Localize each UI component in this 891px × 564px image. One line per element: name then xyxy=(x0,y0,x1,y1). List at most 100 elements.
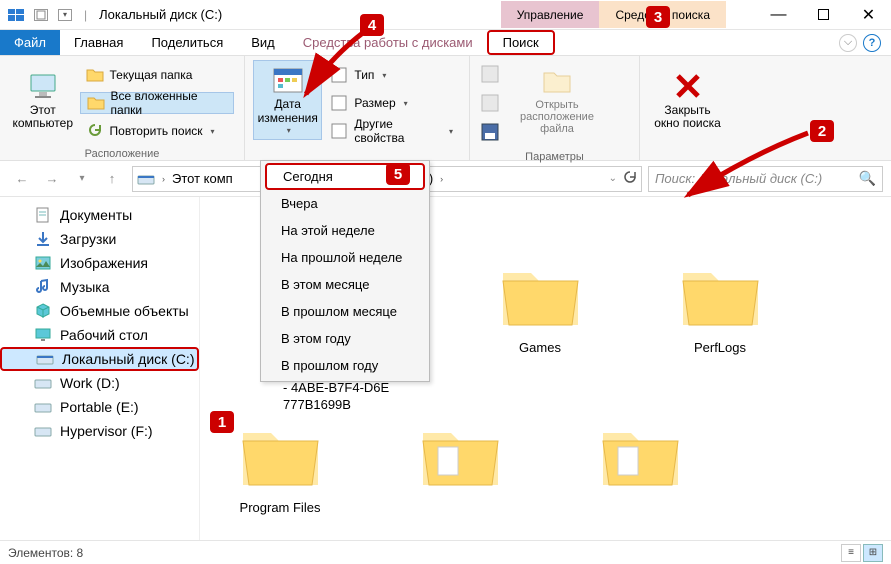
search-again-button[interactable]: Повторить поиск ▾ xyxy=(80,120,234,142)
refresh-button[interactable] xyxy=(623,170,637,187)
save-search-icon[interactable] xyxy=(480,122,500,145)
folder-program-files[interactable]: Program Files xyxy=(220,417,340,515)
folder-icon xyxy=(238,417,323,492)
size-button[interactable]: Размер ▾ xyxy=(324,92,459,114)
folder-item[interactable] xyxy=(580,417,700,515)
annotation-marker-2: 2 xyxy=(810,120,834,142)
ribbon: Этот компьютер Текущая папка Все вложенн… xyxy=(0,56,891,161)
nav-hypervisor-f[interactable]: Hypervisor (F:) xyxy=(0,419,199,443)
drive-icon xyxy=(137,170,155,188)
date-last-month[interactable]: В прошлом месяце xyxy=(261,298,429,325)
back-button[interactable]: ← xyxy=(8,165,36,193)
date-modified-button[interactable]: Дата изменения ▾ xyxy=(253,60,322,140)
date-yesterday[interactable]: Вчера xyxy=(261,190,429,217)
date-last-year[interactable]: В прошлом году xyxy=(261,352,429,379)
address-dropdown-icon[interactable]: ⌄ xyxy=(609,173,617,184)
close-icon xyxy=(672,70,704,102)
recent-searches-icon[interactable] xyxy=(480,64,500,87)
dropdown-arrow-icon: ▾ xyxy=(404,99,408,108)
open-location-button[interactable]: Открыть расположение файла xyxy=(502,60,612,140)
current-folder-button[interactable]: Текущая папка xyxy=(80,64,234,86)
date-this-week[interactable]: На этой неделе xyxy=(261,217,429,244)
date-this-year[interactable]: В этом году xyxy=(261,325,429,352)
folder-tree-icon xyxy=(87,94,105,112)
close-window-button[interactable]: ✕ xyxy=(846,0,891,30)
this-pc-button[interactable]: Этот компьютер xyxy=(8,60,78,140)
search-again-icon xyxy=(86,122,104,140)
nav-pictures[interactable]: Изображения xyxy=(0,251,199,275)
nav-documents[interactable]: Документы xyxy=(0,203,199,227)
icons-view-button[interactable]: ⊞ xyxy=(863,544,883,562)
folder-item[interactable] xyxy=(400,417,520,515)
drive-icon xyxy=(36,350,54,368)
date-filter-menu: Сегодня Вчера На этой неделе На прошлой … xyxy=(260,160,430,382)
folder-perflogs[interactable]: PerfLogs xyxy=(660,257,780,367)
advanced-options-icon[interactable] xyxy=(480,93,500,116)
search-input[interactable]: Поиск: Локальный диск (C:) 🔍 xyxy=(648,166,883,192)
desktop-icon xyxy=(34,326,52,344)
annotation-marker-5: 5 xyxy=(386,163,410,185)
size-icon xyxy=(330,94,348,112)
forward-button[interactable]: → xyxy=(38,165,66,193)
dropdown-arrow-icon: ▾ xyxy=(287,127,291,136)
nav-work-d[interactable]: Work (D:) xyxy=(0,371,199,395)
search-placeholder: Поиск: Локальный диск (C:) xyxy=(655,171,822,186)
qat-dropdown[interactable]: ▾ xyxy=(58,9,72,21)
other-props-button[interactable]: Другие свойства ▾ xyxy=(324,120,459,142)
nav-downloads[interactable]: Загрузки xyxy=(0,227,199,251)
breadcrumb-this-pc[interactable]: Этот комп xyxy=(172,171,233,186)
minimize-button[interactable]: ― xyxy=(756,0,801,30)
kind-icon xyxy=(330,66,348,84)
all-subfolders-button[interactable]: Все вложенные папки xyxy=(80,92,234,114)
breadcrumb-chevron-icon[interactable]: › xyxy=(437,174,446,184)
search-icon[interactable]: 🔍 xyxy=(859,170,876,187)
drive-icon xyxy=(34,398,52,416)
nav-disk-c[interactable]: Локальный диск (C:) xyxy=(0,347,199,371)
folder-icon xyxy=(498,257,583,332)
nav-desktop[interactable]: Рабочий стол xyxy=(0,323,199,347)
computer-icon xyxy=(27,70,59,102)
date-modified-label: Дата изменения xyxy=(258,98,318,124)
dropdown-arrow-icon: ▾ xyxy=(449,127,453,136)
nav-3d-objects[interactable]: Объемные объекты xyxy=(0,299,199,323)
annotation-marker-3: 3 xyxy=(646,6,670,28)
folder-icon xyxy=(678,257,763,332)
close-search-button[interactable]: Закрыть окно поиска xyxy=(648,60,727,140)
folder-label-fragment: - 4ABE-B7F4-D6E 777B1699B xyxy=(283,380,389,414)
date-this-month[interactable]: В этом месяце xyxy=(261,271,429,298)
status-bar: Элементов: 8 ≡ ⊞ xyxy=(0,540,891,564)
folder-games[interactable]: Games xyxy=(480,257,600,367)
contextual-tab-manage[interactable]: Управление xyxy=(501,1,600,28)
pictures-icon xyxy=(34,254,52,272)
group-label-location: Расположение xyxy=(8,146,236,160)
drive-icon xyxy=(34,374,52,392)
home-tab[interactable]: Главная xyxy=(60,30,137,55)
annotation-marker-4: 4 xyxy=(360,14,384,36)
navigation-pane[interactable]: Документы Загрузки Изображения Музыка Об… xyxy=(0,197,200,540)
breadcrumb-chevron-icon[interactable]: › xyxy=(159,174,168,184)
nav-portable-e[interactable]: Portable (E:) xyxy=(0,395,199,419)
ribbon-collapse-button[interactable]: ⌵ xyxy=(839,34,857,52)
contextual-tab-manage-label: Управление xyxy=(517,8,584,22)
disk-tools-tab[interactable]: Средства работы с дисками xyxy=(289,30,487,55)
annotation-marker-1: 1 xyxy=(210,411,234,433)
details-view-button[interactable]: ≡ xyxy=(841,544,861,562)
help-button[interactable]: ? xyxy=(863,34,881,52)
qat-button[interactable] xyxy=(34,9,48,21)
maximize-button[interactable] xyxy=(801,0,846,30)
music-icon xyxy=(34,278,52,296)
downloads-icon xyxy=(34,230,52,248)
drive-icon xyxy=(34,422,52,440)
up-button[interactable]: ↑ xyxy=(98,165,126,193)
kind-button[interactable]: Тип ▾ xyxy=(324,64,459,86)
title-separator: | xyxy=(78,8,93,22)
search-tab[interactable]: Поиск xyxy=(487,30,555,55)
view-tab[interactable]: Вид xyxy=(237,30,289,55)
ribbon-tab-bar: Файл Главная Поделиться Вид Средства раб… xyxy=(0,30,891,56)
history-dropdown[interactable]: ▾ xyxy=(68,165,96,193)
date-last-week[interactable]: На прошлой неделе xyxy=(261,244,429,271)
file-tab[interactable]: Файл xyxy=(0,30,60,55)
nav-music[interactable]: Музыка xyxy=(0,275,199,299)
share-tab[interactable]: Поделиться xyxy=(137,30,237,55)
explorer-body: Документы Загрузки Изображения Музыка Об… xyxy=(0,197,891,540)
